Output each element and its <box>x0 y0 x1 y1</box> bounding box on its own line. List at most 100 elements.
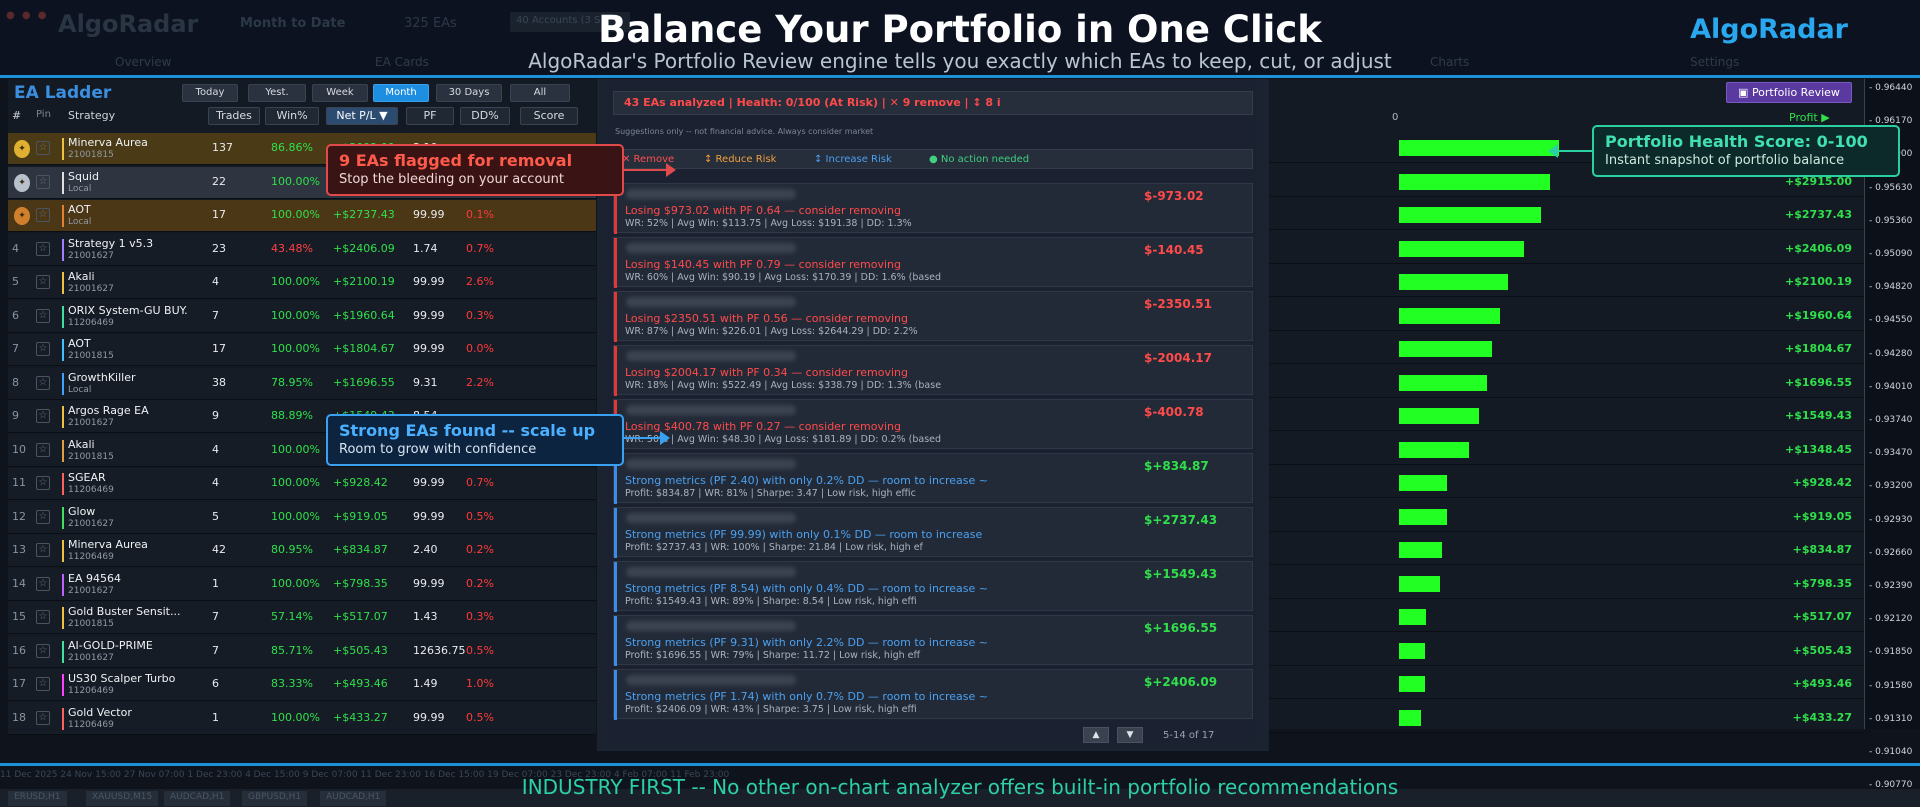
net-pl-value: +$2406.09 <box>333 241 395 255</box>
profit-bar-label: +$1804.67 <box>1785 342 1852 355</box>
period-month-button[interactable]: Month <box>373 84 429 102</box>
pin-star-icon[interactable]: ☆ <box>36 543 50 557</box>
profit-bar <box>1399 140 1559 156</box>
period-yest--button[interactable]: Yest. <box>248 84 306 102</box>
chart-row: +$928.42 <box>1269 468 1864 498</box>
pin-star-icon[interactable]: ☆ <box>36 409 50 423</box>
trades-value: 137 <box>212 141 233 154</box>
legend-reduce-risk: ↕ Reduce Risk <box>704 154 777 165</box>
recommendation-card[interactable]: $-140.45 Losing $140.45 with PF 0.79 — c… <box>613 237 1253 288</box>
recommendation-card[interactable]: $-973.02 Losing $973.02 with PF 0.64 — c… <box>613 183 1253 234</box>
chart-profit-label[interactable]: Profit ▶ <box>1789 111 1830 124</box>
pin-star-icon[interactable]: ☆ <box>36 476 50 490</box>
recommendation-card[interactable]: $+1696.55 Strong metrics (PF 9.31) with … <box>613 615 1253 666</box>
profit-bar <box>1399 173 1550 190</box>
pin-star-icon[interactable]: ☆ <box>36 442 50 457</box>
ladder-row[interactable]: 11 ☆ SGEAR 11206469 4 100.00% +$928.42 99.99 0.7… <box>8 468 596 500</box>
recommendation-card[interactable]: $-400.78 Losing $400.78 with PF 0.27 — c… <box>613 399 1253 450</box>
card-detail: Profit: $834.87 | WR: 81% | Sharpe: 3.47… <box>625 488 916 499</box>
card-amount: $-2004.17 <box>1144 351 1212 365</box>
pf-value: 99.99 <box>413 208 445 221</box>
pin-star-icon[interactable]: ☆ <box>36 509 50 524</box>
strategy-name: SGEAR <box>68 471 106 484</box>
strategy-account: 21001815 <box>68 619 114 629</box>
sort-dd-button[interactable]: DD% <box>460 107 510 125</box>
ladder-row[interactable]: 12 ☆ Glow 21001627 5 100.00% +$919.05 99.99 0.5% <box>8 501 596 534</box>
period-today-button[interactable]: Today <box>182 84 238 102</box>
ladder-row[interactable]: 6 ☆ ORIX System-GU BUY... 11206469 7 100.00% +… <box>8 300 596 333</box>
card-amount: $+1696.55 <box>1144 621 1218 635</box>
pin-star-icon[interactable]: ☆ <box>36 576 50 591</box>
period-30-days-button[interactable]: 30 Days <box>436 84 502 102</box>
win-rate-value: 88.89% <box>271 409 313 422</box>
ladder-row[interactable]: 13 ☆ Minerva Aurea 11206469 42 80.95% +$834.87… <box>8 535 596 567</box>
ladder-row[interactable]: 15 ☆ Gold Buster Sensit... 21001815 7 57.14% +… <box>8 602 596 634</box>
pin-star-icon[interactable]: ☆ <box>36 375 50 390</box>
recommendation-card[interactable]: $+2406.09 Strong metrics (PF 1.74) with … <box>613 669 1253 720</box>
dd-value: 0.1% <box>466 208 494 221</box>
pin-star-icon[interactable]: ☆ <box>36 610 50 624</box>
dd-value: 1.0% <box>466 677 494 690</box>
net-pl-value: +$517.07 <box>333 610 388 623</box>
sort-trades-button[interactable]: Trades <box>208 107 260 125</box>
strategy-color-bar <box>62 171 64 194</box>
ladder-row[interactable]: 4 ☆ Strategy 1 v5.3 21001627 23 43.48% +$2406.… <box>8 233 596 266</box>
strategy-account: 21001627 <box>68 652 114 663</box>
card-amount: $-973.02 <box>1144 189 1204 203</box>
price-tick: - 0.92120 <box>1869 614 1913 625</box>
pin-star-icon[interactable]: ☆ <box>36 677 50 691</box>
ladder-row[interactable]: 5 ☆ Akali 21001627 4 100.00% +$2100.19 99.99 2.6… <box>8 267 596 299</box>
win-rate-value: 100.00% <box>271 275 320 288</box>
card-headline: Losing $140.45 with PF 0.79 — consider r… <box>625 258 901 271</box>
blurred-ea-name <box>626 189 796 199</box>
trades-value: 4 <box>212 476 219 489</box>
strategy-color-bar <box>62 473 64 495</box>
pf-value: 1.74 <box>413 241 438 255</box>
ladder-row[interactable]: 8 ☆ GrowthKiller Local 38 78.95% +$1696.55 9.31… <box>8 367 596 400</box>
recommendation-card[interactable]: $-2004.17 Losing $2004.17 with PF 0.34 —… <box>613 345 1253 396</box>
rank-number: 7 <box>12 342 19 355</box>
pin-star-icon[interactable]: ☆ <box>36 275 50 289</box>
strategy-color-bar <box>62 406 64 428</box>
portfolio-review-button[interactable]: ▣ Portfolio Review <box>1726 82 1852 103</box>
pin-star-icon[interactable]: ☆ <box>36 241 50 256</box>
profit-bar-label: +$798.35 <box>1792 576 1852 590</box>
pin-star-icon[interactable]: ☆ <box>36 208 50 222</box>
review-legend: ✕ Remove ↕ Reduce Risk ↕ Increase Risk ●… <box>613 149 1253 169</box>
recommendation-card[interactable]: $-2350.51 Losing $2350.51 with PF 0.56 —… <box>613 291 1253 342</box>
blurred-ea-name <box>626 297 796 307</box>
price-tick: - 0.94820 <box>1869 282 1913 293</box>
page-up-button[interactable]: ▲ <box>1083 727 1109 743</box>
ladder-row[interactable]: 17 ☆ US30 Scalper Turbo 11206469 6 83.33% +$49… <box>8 669 596 701</box>
ladder-row[interactable]: 7 ☆ AOT 21001815 17 100.00% +$1804.67 99.99 0.0% <box>8 334 596 366</box>
card-headline: Strong metrics (PF 99.99) with only 0.1%… <box>625 528 983 541</box>
ladder-row[interactable]: 16 ☆ AI-GOLD-PRIME 21001627 7 85.71% +$505.43 1… <box>8 635 596 668</box>
pin-star-icon[interactable]: ☆ <box>36 141 50 155</box>
ladder-title: EA Ladder <box>14 83 112 103</box>
pin-star-icon[interactable]: ☆ <box>36 342 50 356</box>
ladder-row[interactable]: 14 ☆ EA 94564 21001627 1 100.00% +$798.35 99.99… <box>8 568 596 601</box>
pin-star-icon[interactable]: ☆ <box>36 174 50 189</box>
sort-netpl-button[interactable]: Net P/L ▼ <box>326 107 398 125</box>
sort-pf-button[interactable]: PF <box>406 107 454 125</box>
strategy-color-bar <box>62 238 64 261</box>
pin-star-icon[interactable]: ☆ <box>36 308 50 323</box>
ladder-row[interactable]: ✦ ☆ AOT Local 17 100.00% +$2737.43 99.99 0.1% <box>8 200 596 232</box>
net-pl-value: +$433.27 <box>333 710 388 724</box>
recommendation-card[interactable]: $+834.87 Strong metrics (PF 2.40) with o… <box>613 453 1253 504</box>
period-all-button[interactable]: All <box>510 84 570 102</box>
ladder-row[interactable]: 18 ☆ Gold Vector 11206469 1 100.00% +$433.27 99… <box>8 702 596 735</box>
period-week-button[interactable]: Week <box>312 84 368 102</box>
sort-score-button[interactable]: Score <box>520 107 578 125</box>
sort-win-button[interactable]: Win% <box>265 107 319 125</box>
pin-star-icon[interactable]: ☆ <box>36 643 50 658</box>
trades-value: 4 <box>212 275 219 288</box>
recommendation-card[interactable]: $+2737.43 Strong metrics (PF 99.99) with… <box>613 507 1253 558</box>
page-down-button[interactable]: ▼ <box>1117 727 1143 743</box>
recommendation-card[interactable]: $+1549.43 Strong metrics (PF 8.54) with … <box>613 561 1253 612</box>
medal-icon: ✦ <box>14 173 30 192</box>
pin-star-icon[interactable]: ☆ <box>36 710 50 725</box>
dd-value: 0.5% <box>466 509 494 523</box>
callout-strong-sub: Room to grow with confidence <box>339 442 537 457</box>
profit-bar <box>1399 374 1487 391</box>
